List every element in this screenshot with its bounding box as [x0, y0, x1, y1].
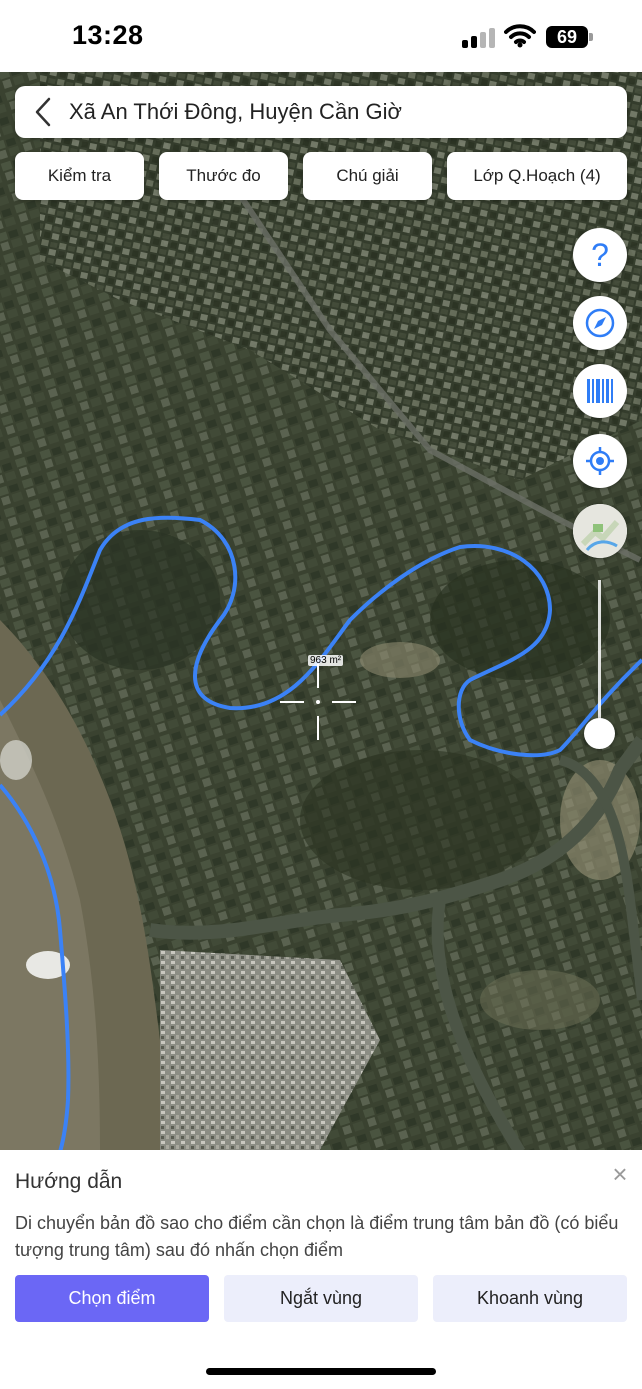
measure-button[interactable]: Thước đo — [159, 152, 288, 200]
base-map-toggle-button[interactable] — [573, 504, 627, 558]
map-canvas[interactable] — [0, 72, 642, 1152]
close-icon[interactable]: × — [606, 1160, 634, 1188]
barcode-icon — [587, 379, 613, 403]
location-title: Xã An Thới Đông, Huyện Cần Giờ — [69, 99, 402, 124]
guide-sheet: Hướng dẫn × Di chuyển bản đồ sao cho điể… — [0, 1150, 642, 1389]
break-region-button[interactable]: Ngắt vùng — [224, 1275, 418, 1322]
home-indicator — [206, 1368, 436, 1375]
status-bar: 13:28 69 — [0, 0, 642, 72]
barcode-scan-button[interactable] — [573, 364, 627, 418]
location-header: Xã An Thới Đông, Huyện Cần Giờ — [15, 86, 627, 138]
help-button[interactable]: ? — [573, 228, 627, 282]
battery-tip — [589, 33, 593, 41]
zoom-slider-handle[interactable] — [584, 718, 615, 749]
layer-thumbnail-icon — [573, 504, 627, 558]
status-time: 13:28 — [72, 20, 144, 50]
planning-layers-button[interactable]: Lớp Q.Hoạch (4) — [447, 152, 627, 200]
legend-button[interactable]: Chú giải — [303, 152, 432, 200]
compass-icon — [585, 308, 615, 338]
zoom-slider-track[interactable] — [598, 580, 601, 732]
satellite-map[interactable] — [0, 72, 642, 1152]
back-arrow-icon[interactable] — [31, 96, 57, 128]
my-location-button[interactable] — [573, 434, 627, 488]
help-icon: ? — [591, 237, 609, 273]
battery-indicator: 69 — [546, 26, 588, 48]
signal-icon — [462, 28, 496, 48]
check-button[interactable]: Kiểm tra — [15, 152, 144, 200]
draw-region-button[interactable]: Khoanh vùng — [433, 1275, 627, 1322]
guide-title: Hướng dẫn — [15, 1170, 123, 1193]
compass-button[interactable] — [573, 296, 627, 350]
area-measure-label: 963 m² — [308, 655, 344, 666]
locate-icon — [586, 447, 614, 475]
wifi-icon — [504, 24, 536, 48]
guide-description: Di chuyển bản đồ sao cho điểm cần chọn l… — [15, 1213, 619, 1260]
pick-point-button[interactable]: Chọn điểm — [15, 1275, 209, 1322]
